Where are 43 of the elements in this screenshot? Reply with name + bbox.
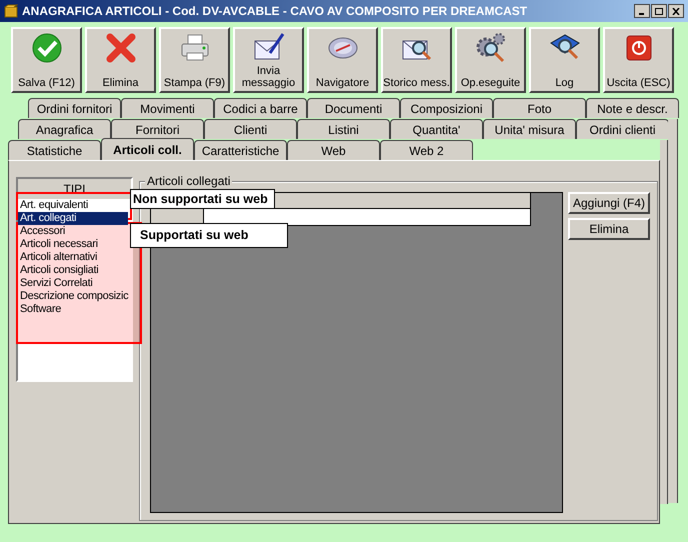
- toolbar-button[interactable]: Salva (F12): [11, 27, 82, 93]
- toolbar-button[interactable]: Invia messaggio: [233, 27, 304, 93]
- tab[interactable]: Quantita': [390, 119, 483, 139]
- list-item[interactable]: Art. collegati: [18, 212, 128, 225]
- list-item[interactable]: Articoli consigliati: [18, 264, 98, 277]
- tab[interactable]: Unita' misura: [483, 119, 576, 139]
- toolbar-button[interactable]: Log: [529, 27, 600, 93]
- tab[interactable]: Foto: [493, 98, 586, 118]
- window-title: ANAGRAFICA ARTICOLI - Cod. DV-AVCABLE - CAVO AV COMPOSITO PER DREAMCAST: [22, 3, 528, 20]
- annotation-label: Supportati su web: [130, 223, 288, 248]
- list-item[interactable]: Art. equivalenti: [18, 199, 88, 212]
- tab[interactable]: Movimenti: [121, 98, 214, 118]
- tab[interactable]: Ordini fornitori: [28, 98, 121, 118]
- list-item[interactable]: Software: [18, 303, 62, 316]
- tab[interactable]: Listini: [297, 119, 390, 139]
- tab[interactable]: Web 2: [380, 140, 473, 160]
- tab[interactable]: Web: [287, 140, 380, 160]
- toolbar-button[interactable]: Elimina: [85, 27, 156, 93]
- tab[interactable]: Anagrafica: [18, 119, 111, 139]
- group-title: Articoli collegati: [145, 174, 232, 188]
- tab[interactable]: Caratteristiche: [194, 140, 287, 160]
- tab[interactable]: Clienti: [204, 119, 297, 139]
- tab[interactable]: Codici a barre: [214, 98, 307, 118]
- tab[interactable]: Documenti: [307, 98, 400, 118]
- toolbar-button[interactable]: Uscita (ESC): [603, 27, 674, 93]
- tab[interactable]: Ordini clienti: [576, 119, 669, 139]
- tab[interactable]: Composizioni: [400, 98, 493, 118]
- toolbar-button[interactable]: Navigatore: [307, 27, 378, 93]
- tab[interactable]: Note e descr.: [586, 98, 679, 118]
- list-item[interactable]: Articoli alternativi: [18, 251, 98, 264]
- toolbar-button[interactable]: Storico mess.: [381, 27, 452, 93]
- list-item[interactable]: Accessori: [18, 225, 65, 238]
- list-item[interactable]: Servizi Correlati: [18, 277, 93, 290]
- tab[interactable]: Articoli coll.: [101, 138, 194, 160]
- tab[interactable]: Statistiche: [8, 140, 101, 160]
- list-item[interactable]: Articoli necessari: [18, 238, 98, 251]
- tab[interactable]: Fornitori: [111, 119, 204, 139]
- toolbar-button[interactable]: Stampa (F9): [159, 27, 230, 93]
- action-button[interactable]: Elimina: [568, 218, 650, 240]
- list-item[interactable]: Descrizione composizic: [18, 290, 128, 303]
- action-button[interactable]: Aggiungi (F4): [568, 192, 650, 214]
- toolbar-button[interactable]: Op.eseguite: [455, 27, 526, 93]
- annotation-label: Non supportati su web: [130, 189, 275, 209]
